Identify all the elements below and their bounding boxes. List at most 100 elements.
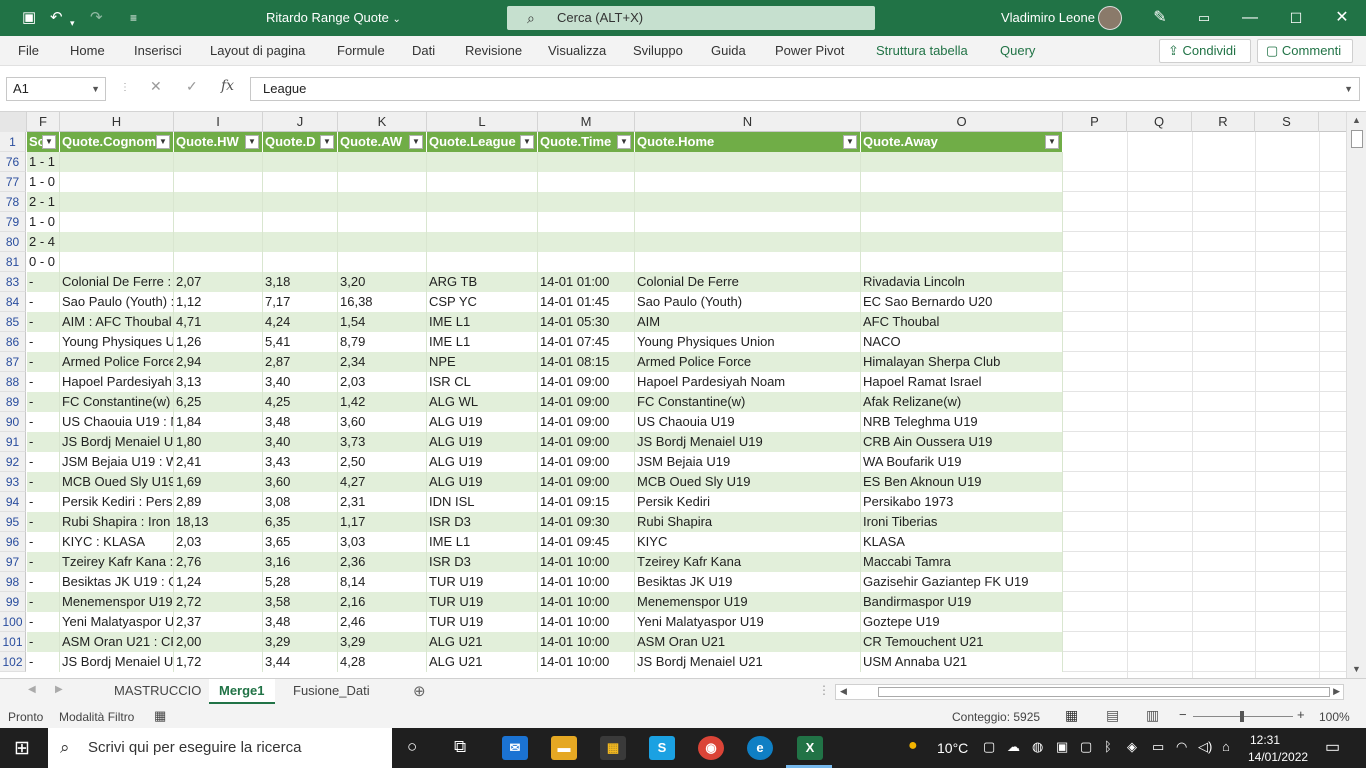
table-cell[interactable]: AIM — [635, 312, 861, 332]
table-cell[interactable] — [263, 252, 338, 272]
table-cell[interactable] — [538, 152, 635, 172]
scroll-up-icon[interactable]: ▲ — [1352, 115, 1361, 125]
table-cell[interactable]: 14-01 09:00 — [538, 412, 635, 432]
column-header[interactable]: P — [1063, 112, 1127, 132]
table-cell[interactable]: 6,35 — [263, 512, 338, 532]
table-cell[interactable]: 2,00 — [174, 632, 263, 652]
table-cell[interactable]: 0 - 0 — [27, 252, 60, 272]
zoom-slider-thumb[interactable] — [1240, 711, 1244, 722]
table-cell[interactable]: 3,48 — [263, 612, 338, 632]
row-header[interactable]: 78 — [0, 192, 26, 212]
row-header[interactable]: 96 — [0, 532, 26, 552]
table-cell[interactable]: - — [27, 652, 60, 672]
table-cell[interactable]: JSM Bejaia U19 — [635, 452, 861, 472]
task-view-icon[interactable]: ⧉ — [454, 737, 466, 757]
vertical-scrollbar[interactable]: ▲ ▼ — [1346, 112, 1366, 678]
wifi-icon[interactable]: ◠ — [1176, 739, 1187, 755]
row-header[interactable]: 84 — [0, 292, 26, 312]
battery-icon[interactable]: ▭ — [1152, 739, 1164, 755]
table-cell[interactable] — [263, 192, 338, 212]
column-header[interactable]: Q — [1127, 112, 1192, 132]
table-cell[interactable]: 3,60 — [338, 412, 427, 432]
scroll-thumb[interactable] — [878, 687, 1330, 697]
table-cell[interactable]: FC Constantine(w) — [635, 392, 861, 412]
table-cell[interactable]: 14-01 10:00 — [538, 632, 635, 652]
table-cell[interactable]: 14-01 09:00 — [538, 432, 635, 452]
table-cell[interactable] — [861, 192, 1063, 212]
table-cell[interactable]: 14-01 05:30 — [538, 312, 635, 332]
table-cell[interactable] — [635, 172, 861, 192]
row-header[interactable]: 100 — [0, 612, 26, 632]
table-cell[interactable]: AIM : AFC Thoubal — [60, 312, 174, 332]
table-cell[interactable]: WA Boufarik U19 — [861, 452, 1063, 472]
table-cell[interactable]: 3,29 — [338, 632, 427, 652]
sheet-tab-fusione-dati[interactable]: Fusione_Dati — [283, 679, 380, 704]
table-cell[interactable]: 2,46 — [338, 612, 427, 632]
table-cell[interactable] — [635, 152, 861, 172]
table-cell[interactable] — [338, 252, 427, 272]
table-cell[interactable]: IME L1 — [427, 532, 538, 552]
table-cell[interactable]: - — [27, 372, 60, 392]
table-cell[interactable]: KLASA — [861, 532, 1063, 552]
scroll-right-icon[interactable]: ▶ — [1333, 686, 1340, 697]
row-header[interactable]: 98 — [0, 572, 26, 592]
table-cell[interactable]: JS Bordj Menaiel U — [60, 432, 174, 452]
table-cell[interactable] — [263, 232, 338, 252]
column-header[interactable]: I — [174, 112, 263, 132]
clock-date[interactable]: 14/01/2022 — [1248, 750, 1308, 764]
table-cell[interactable]: 7,17 — [263, 292, 338, 312]
table-cell[interactable]: Bandirmaspor U19 — [861, 592, 1063, 612]
tab-power-pivot[interactable]: Power Pivot — [775, 43, 844, 58]
table-cell[interactable] — [263, 152, 338, 172]
cancel-icon[interactable]: ✕ — [150, 78, 162, 95]
table-cell[interactable] — [427, 192, 538, 212]
table-cell[interactable] — [174, 232, 263, 252]
table-cell[interactable]: 2,16 — [338, 592, 427, 612]
column-header[interactable]: S — [1255, 112, 1319, 132]
table-cell[interactable]: Afak Relizane(w) — [861, 392, 1063, 412]
cloud-icon[interactable]: ☁ — [1007, 739, 1020, 755]
cortana-icon[interactable]: ○ — [407, 737, 417, 757]
name-box[interactable]: A1 ▼ — [6, 77, 106, 101]
tab-view[interactable]: Visualizza — [548, 43, 606, 58]
zoom-in-icon[interactable]: + — [1297, 707, 1305, 722]
table-cell[interactable]: 14-01 09:00 — [538, 452, 635, 472]
filter-dropdown-icon[interactable]: ▼ — [320, 135, 334, 149]
prev-sheet-icon[interactable]: ◀ — [28, 684, 36, 695]
table-cell[interactable] — [338, 232, 427, 252]
table-cell[interactable]: MCB Oued Sly U19 — [60, 472, 174, 492]
table-cell[interactable]: 8,14 — [338, 572, 427, 592]
table-cell[interactable]: ARG TB — [427, 272, 538, 292]
zoom-out-icon[interactable]: − — [1179, 707, 1187, 722]
column-header[interactable]: K — [338, 112, 427, 132]
tab-data[interactable]: Dati — [412, 43, 435, 58]
table-cell[interactable]: JS Bordj Menaiel U — [60, 652, 174, 672]
table-cell[interactable] — [427, 232, 538, 252]
table-cell[interactable]: Menemenspor U19 — [635, 592, 861, 612]
notifications-icon[interactable]: ▭ — [1325, 737, 1340, 757]
table-cell[interactable]: 3,03 — [338, 532, 427, 552]
tab-page-layout[interactable]: Layout di pagina — [210, 43, 305, 58]
scroll-left-icon[interactable]: ◀ — [840, 686, 847, 697]
table-cell[interactable]: TUR U19 — [427, 572, 538, 592]
table-cell[interactable]: US Chaouia U19 : N — [60, 412, 174, 432]
table-cell[interactable]: ASM Oran U21 — [635, 632, 861, 652]
table-cell[interactable]: 3,58 — [263, 592, 338, 612]
row-header[interactable]: 85 — [0, 312, 26, 332]
table-cell[interactable]: KIYC : KLASA — [60, 532, 174, 552]
volume-icon[interactable]: ◁) — [1198, 739, 1212, 755]
table-cell[interactable]: Rubi Shapira : Iron — [60, 512, 174, 532]
table-cell[interactable]: 2 - 1 — [27, 192, 60, 212]
avatar[interactable] — [1098, 6, 1122, 30]
table-cell[interactable]: 3,16 — [263, 552, 338, 572]
table-cell[interactable]: 14-01 09:00 — [538, 472, 635, 492]
table-cell[interactable]: 2,72 — [174, 592, 263, 612]
table-cell[interactable] — [538, 232, 635, 252]
table-cell[interactable]: - — [27, 612, 60, 632]
table-cell[interactable]: - — [27, 572, 60, 592]
table-cell[interactable]: KIYC — [635, 532, 861, 552]
table-cell[interactable]: 14-01 10:00 — [538, 652, 635, 672]
clock-time[interactable]: 12:31 — [1250, 733, 1280, 747]
add-sheet-icon[interactable]: ⊕ — [413, 682, 426, 700]
table-cell[interactable]: 14-01 09:00 — [538, 372, 635, 392]
